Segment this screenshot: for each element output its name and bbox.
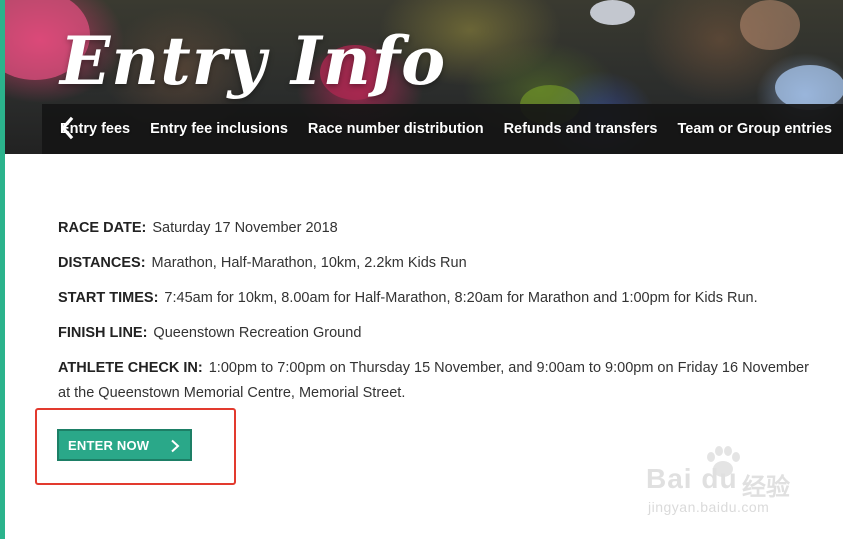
watermark-brand-text: 经验: [742, 474, 790, 501]
race-date-label: RACE DATE:: [58, 220, 147, 236]
start-times-label: START TIMES:: [58, 290, 159, 306]
race-date-value: Saturday 17 November 2018: [152, 220, 338, 236]
watermark-url: jingyan.baidu.com: [648, 499, 770, 515]
finish-line-value: Queenstown Recreation Ground: [153, 325, 362, 341]
page-title: Entry Info: [60, 22, 447, 100]
finish-line-row: FINISH LINE: Queenstown Recreation Ground: [58, 321, 818, 346]
page: Entry Info Entry fees Entry fee inclusio…: [0, 0, 843, 539]
distances-row: DISTANCES: Marathon, Half-Marathon, 10km,…: [58, 251, 818, 276]
nav-item-team-or-group-entries[interactable]: Team or Group entries: [677, 121, 831, 137]
watermark-logo-text: Bai du: [646, 463, 738, 494]
finish-line-label: FINISH LINE:: [58, 325, 148, 341]
section-nav: Entry fees Entry fee inclusions Race num…: [42, 104, 843, 154]
athlete-check-in-label: ATHLETE CHECK IN:: [58, 360, 203, 376]
nav-item-refunds-and-transfers[interactable]: Refunds and transfers: [504, 121, 658, 137]
enter-now-label: ENTER NOW: [68, 437, 150, 453]
hero-banner: Entry Info Entry fees Entry fee inclusio…: [0, 0, 843, 154]
baidu-watermark: Bai du 经验 jingyan.baidu.com: [640, 445, 840, 525]
nav-item-entry-fee-inclusions[interactable]: Entry fee inclusions: [150, 121, 288, 137]
left-accent-bar: [0, 0, 5, 539]
distances-value: Marathon, Half-Marathon, 10km, 2.2km Kid…: [151, 255, 467, 271]
enter-now-button[interactable]: ENTER NOW: [57, 429, 192, 461]
start-times-row: START TIMES: 7:45am for 10km, 8.00am for …: [58, 286, 818, 311]
athlete-check-in-row: ATHLETE CHECK IN: 1:00pm to 7:00pm on Thu…: [58, 356, 818, 406]
chevron-left-icon[interactable]: [58, 116, 76, 140]
hero-crowd-shape: [740, 0, 800, 50]
start-times-value: 7:45am for 10km, 8.00am for Half-Maratho…: [164, 290, 758, 306]
nav-item-race-number-distribution[interactable]: Race number distribution: [308, 121, 484, 137]
section-nav-list: Entry fees Entry fee inclusions Race num…: [60, 104, 843, 154]
distances-label: DISTANCES:: [58, 255, 146, 271]
race-date-row: RACE DATE: Saturday 17 November 2018: [58, 216, 818, 241]
chevron-right-icon: [171, 439, 180, 453]
hero-crowd-shape: [590, 0, 635, 25]
race-details: RACE DATE: Saturday 17 November 2018 DIST…: [58, 216, 818, 416]
